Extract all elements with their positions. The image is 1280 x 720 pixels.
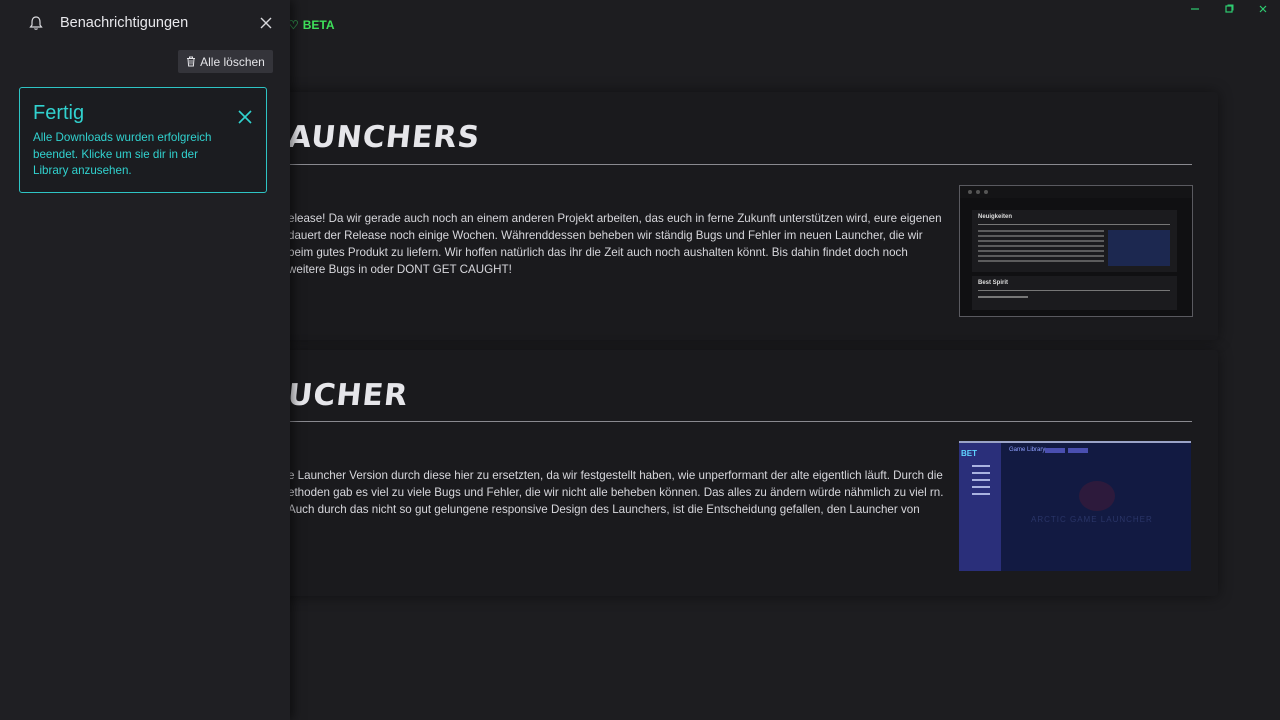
news-card: AUNCHERS elease! Da wir gerade auch noch…	[250, 92, 1218, 340]
toast-title: Fertig	[33, 102, 85, 124]
thumb-watermark: ARCTIC GAME LAUNCHER	[1031, 515, 1153, 524]
trash-icon	[186, 56, 196, 67]
notification-header: Benachrichtigungen	[0, 0, 290, 46]
thumb-heading-2: Best Spirit	[978, 280, 1009, 286]
clear-all-button[interactable]: Alle löschen	[178, 50, 273, 73]
minimize-icon[interactable]	[1178, 0, 1212, 18]
news-card: UCHER e Launcher Version durch diese hie…	[250, 350, 1218, 596]
card-text: elease! Da wir gerade auch noch an einem…	[288, 212, 942, 276]
thumb-toolbar	[960, 186, 1192, 198]
thumb-panel-2: Best Spirit	[972, 276, 1177, 310]
beta-label: BETA	[302, 18, 335, 32]
notification-toast[interactable]: Fertig Alle Downloads wurden erfolgreich…	[19, 87, 267, 193]
divider	[288, 164, 1192, 165]
card-image[interactable]: BET Game Library ARCTIC GAME LAUNCHER	[959, 441, 1191, 571]
maximize-icon[interactable]	[1212, 0, 1246, 18]
bell-icon	[28, 15, 44, 31]
notification-panel: Benachrichtigungen Alle löschen Fertig A…	[0, 0, 290, 720]
clear-all-label: Alle löschen	[200, 54, 265, 69]
divider	[288, 421, 1192, 422]
thumb-logo: BET	[961, 449, 977, 458]
notification-title: Benachrichtigungen	[60, 15, 189, 31]
card-text: e Launcher Version durch diese hier zu e…	[288, 469, 944, 516]
beta-badge: ♡ BETA	[288, 18, 335, 32]
card-title: UCHER	[286, 378, 410, 413]
close-icon[interactable]	[258, 15, 274, 31]
thumb-sidebar: BET	[959, 443, 1001, 571]
thumb-panel: Neuigkeiten	[972, 210, 1177, 272]
thumb-main: Game Library ARCTIC GAME LAUNCHER	[1001, 443, 1191, 571]
thumb-heading: Neuigkeiten	[978, 214, 1013, 220]
card-title: AUNCHERS	[286, 120, 482, 155]
close-icon[interactable]	[1246, 0, 1280, 18]
window-controls	[1178, 0, 1280, 18]
toast-message: Alle Downloads wurden erfolgreich beende…	[33, 131, 212, 177]
thumb-title: Game Library	[1009, 447, 1046, 453]
close-icon[interactable]	[236, 108, 254, 126]
card-image[interactable]: Neuigkeiten Best Spirit	[959, 185, 1193, 317]
